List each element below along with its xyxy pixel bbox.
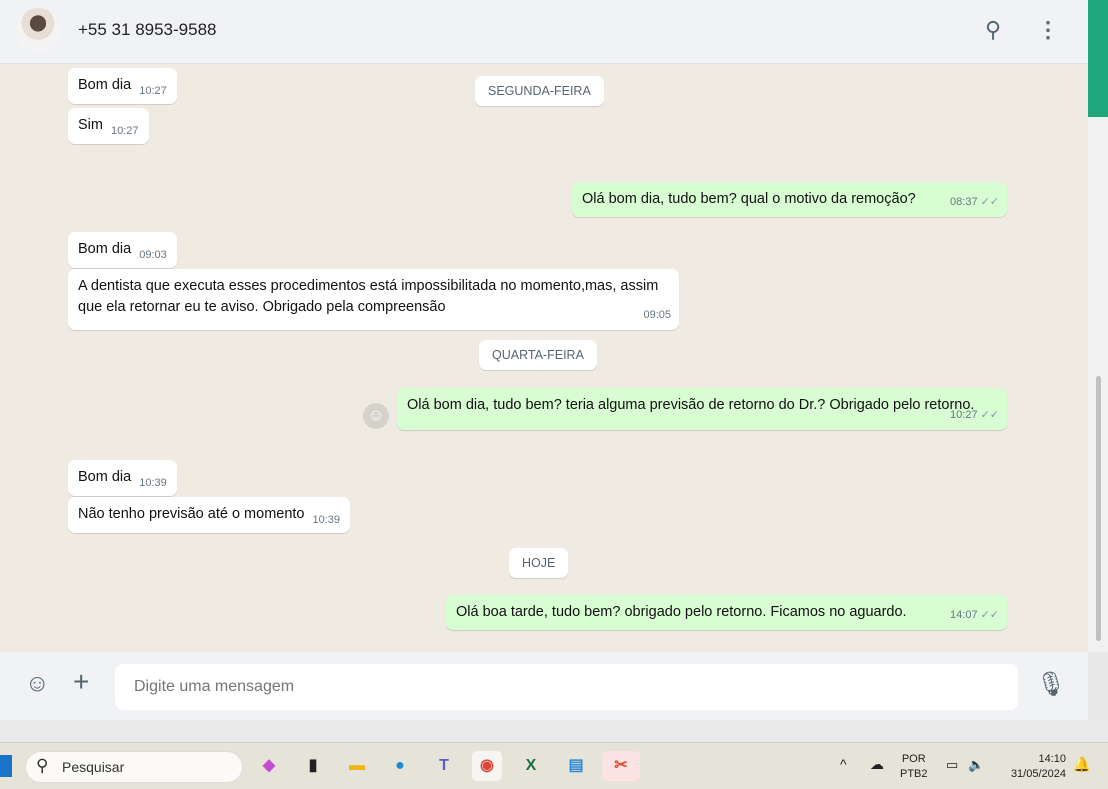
message-time: 08:37: [950, 196, 978, 208]
message-time: 09:05: [643, 309, 671, 321]
double-check-icon: ✓✓: [980, 609, 999, 621]
task-view-icon[interactable]: ▮: [298, 751, 328, 781]
chat-area: SEGUNDA-FEIRA QUARTA-FEIRA HOJE Bom dia 1…: [0, 64, 1088, 652]
emoji-react-icon[interactable]: ☺: [363, 403, 389, 429]
message-time: 10:27: [139, 85, 167, 97]
message-incoming[interactable]: A dentista que executa esses procediment…: [68, 269, 679, 330]
emoji-icon[interactable]: ☺: [25, 670, 50, 698]
network-icon[interactable]: ▭: [946, 757, 958, 772]
date-divider: SEGUNDA-FEIRA: [475, 76, 604, 106]
message-outgoing[interactable]: Olá boa tarde, tudo bem? obrigado pelo r…: [446, 595, 1007, 630]
notepad-icon[interactable]: ▤: [561, 751, 591, 781]
date-divider: HOJE: [509, 548, 569, 578]
date-divider: QUARTA-FEIRA: [479, 340, 597, 370]
message-time: 10:39: [139, 477, 167, 489]
message-time: 10:27: [950, 409, 978, 421]
message-input[interactable]: [115, 664, 1018, 710]
message-incoming[interactable]: Bom dia 10:27: [68, 68, 177, 104]
message-incoming[interactable]: Não tenho previsão até o momento 10:39: [68, 497, 351, 533]
message-text: Olá bom dia, tudo bem? teria alguma prev…: [407, 397, 975, 413]
teams-icon[interactable]: T: [429, 751, 459, 781]
language-indicator[interactable]: POR PTB2: [900, 752, 928, 782]
search-label: Pesquisar: [62, 759, 125, 775]
message-text: Bom dia: [78, 77, 132, 93]
message-text: Bom dia: [78, 241, 132, 257]
cloud-offline-icon[interactable]: ☁: [870, 757, 884, 772]
message-time: 10:27: [110, 125, 139, 137]
message-text: Bom dia: [78, 469, 132, 485]
avatar[interactable]: [16, 8, 60, 52]
copilot-icon[interactable]: ◆: [254, 751, 284, 781]
volume-icon[interactable]: 🔈: [968, 757, 984, 772]
clock-date: 31/05/2024: [1010, 768, 1066, 780]
snipping-tool-icon[interactable]: ✂: [602, 751, 640, 781]
message-text: A dentista que executa esses procediment…: [78, 278, 659, 315]
lang-label: POR: [901, 753, 926, 765]
composer: ☺ + 🎙: [0, 652, 1088, 720]
clock[interactable]: 14:10 31/05/2024: [1002, 752, 1066, 782]
search-icon[interactable]: ⚲: [979, 16, 1007, 44]
message-text: Não tenho previsão até o momento: [78, 506, 305, 522]
message-text: Olá boa tarde, tudo bem? obrigado pelo r…: [456, 604, 907, 620]
message-incoming[interactable]: Sim 10:27: [68, 108, 149, 144]
message-incoming[interactable]: Bom dia 09:03: [68, 232, 177, 268]
file-explorer-icon[interactable]: ▬: [342, 751, 372, 781]
chat-header: +55 31 8953-9588 ⚲ ⋮: [0, 0, 1088, 64]
double-check-icon: ✓✓: [980, 196, 999, 208]
message-text: Olá bom dia, tudo bem? qual o motivo da …: [582, 191, 916, 207]
excel-icon[interactable]: X: [516, 751, 546, 781]
microphone-icon[interactable]: 🎙: [1036, 670, 1066, 699]
accent-strip: [1088, 0, 1108, 117]
message-time: 09:03: [139, 249, 167, 261]
kebab-menu-icon[interactable]: ⋮: [1034, 16, 1062, 44]
search-icon: ⚲: [36, 756, 49, 775]
taskbar-search[interactable]: ⚲ Pesquisar: [25, 751, 243, 783]
notification-bell-icon[interactable]: 🔔: [1073, 757, 1090, 772]
message-text: Sim: [78, 117, 103, 133]
taskbar: ⚲ Pesquisar ◆ ▮ ▬ ● T ◉ X ▤ ✂ ^ ☁ POR PTB2…: [0, 742, 1108, 789]
scrollbar-thumb[interactable]: [1096, 376, 1101, 641]
message-outgoing[interactable]: Olá bom dia, tudo bem? qual o motivo da …: [572, 182, 1007, 217]
chevron-up-icon[interactable]: ^: [840, 757, 847, 772]
contact-name[interactable]: +55 31 8953-9588: [78, 20, 217, 40]
keyboard-label: PTB2: [900, 768, 928, 780]
clock-time: 14:10: [1038, 753, 1066, 765]
plus-icon[interactable]: +: [73, 666, 89, 698]
message-time: 14:07: [950, 609, 978, 621]
scrollbar[interactable]: [1088, 0, 1108, 652]
windows-start-icon[interactable]: [0, 755, 12, 777]
chrome-icon[interactable]: ◉: [472, 751, 502, 781]
edge-icon[interactable]: ●: [385, 751, 415, 781]
double-check-icon: ✓✓: [980, 409, 999, 421]
message-time: 10:39: [312, 514, 341, 526]
message-outgoing[interactable]: Olá bom dia, tudo bem? teria alguma prev…: [397, 388, 1007, 430]
window-gap: [0, 720, 1108, 742]
message-incoming[interactable]: Bom dia 10:39: [68, 460, 177, 496]
